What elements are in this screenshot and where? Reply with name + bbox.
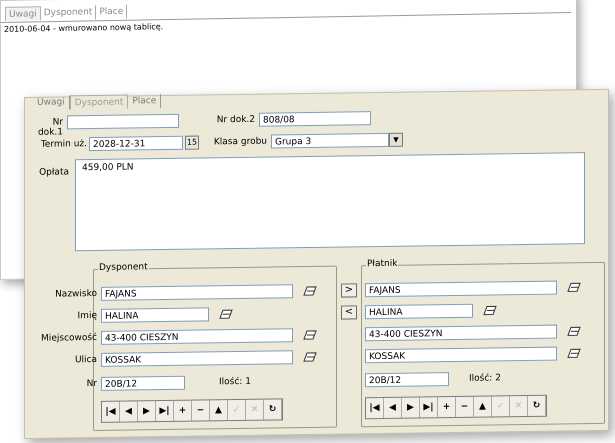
dysponent-ilosc: Ilość: 1 — [219, 376, 251, 388]
first-record-button[interactable]: |◀ — [102, 401, 120, 422]
oplata-value: 459,00 PLN — [82, 162, 134, 174]
edit-record-button[interactable]: ▲ — [210, 400, 228, 421]
post-record-button[interactable]: ✓ — [492, 396, 510, 417]
prev-record-button[interactable]: ◀ — [120, 401, 138, 422]
miejscowosc-label: Miejscowość — [41, 332, 97, 344]
eraser-icon[interactable] — [303, 330, 317, 340]
termin-date-input[interactable]: 2028-12-31 — [89, 135, 183, 152]
nr-dok2-input[interactable]: 808/08 — [259, 111, 371, 127]
chevron-down-icon[interactable]: ▼ — [389, 132, 403, 147]
dysponent-imie-input[interactable]: HALINA — [101, 307, 209, 323]
nr-dok1-input[interactable] — [67, 113, 179, 130]
last-record-button[interactable]: ▶| — [156, 400, 174, 422]
next-record-button[interactable]: ▶ — [138, 401, 156, 422]
cancel-record-button[interactable]: ✕ — [246, 399, 264, 420]
dysponent-title: Dysponent — [98, 262, 149, 273]
platnik-ilosc: Ilość: 2 — [469, 373, 501, 384]
post-record-button[interactable]: ✓ — [228, 399, 246, 421]
platnik-nazwisko-input[interactable]: FAJANS — [365, 280, 557, 298]
edit-record-button[interactable]: ▲ — [474, 396, 492, 417]
tab-dysponent[interactable]: Dysponent — [69, 94, 129, 110]
tab-uwagi[interactable]: Uwagi — [33, 95, 70, 110]
platnik-miejscowosc-input[interactable]: 43-400 CIESZYN — [365, 324, 557, 342]
dysponent-nr-input[interactable]: 20B/12 — [101, 375, 185, 391]
back-tab-dysponent[interactable]: Dysponent — [40, 5, 97, 21]
termin-label: Termin uż. — [40, 139, 87, 150]
refresh-button[interactable]: ↻ — [528, 395, 546, 416]
dysponent-ulica-input[interactable]: KOSSAK — [101, 350, 293, 367]
first-record-button[interactable]: |◀ — [366, 397, 384, 419]
next-record-button[interactable]: ▶ — [402, 397, 420, 418]
insert-record-button[interactable]: + — [438, 396, 456, 418]
oplata-memo[interactable]: 459,00 PLN — [75, 152, 585, 252]
eraser-icon[interactable] — [567, 282, 581, 292]
tab-place[interactable]: Place — [128, 94, 162, 109]
nr-dok1-label: Nr dok.1 — [37, 117, 63, 138]
eraser-icon[interactable] — [567, 326, 581, 336]
refresh-button[interactable]: ↻ — [264, 399, 282, 420]
imie-label: Imię — [77, 310, 97, 322]
calendar-icon[interactable]: 15 — [185, 135, 199, 150]
ulica-label: Ulica — [74, 354, 97, 366]
dysponent-navigator: |◀ ◀ ▶ ▶| + − ▲ ✓ ✕ ↻ — [101, 398, 283, 423]
platnik-title: Płatnik — [366, 258, 399, 270]
klasa-select[interactable]: Grupa 3 — [271, 132, 389, 149]
dysponent-miejscowosc-input[interactable]: 43-400 CIESZYN — [101, 328, 293, 345]
delete-record-button[interactable]: − — [456, 396, 474, 417]
delete-record-button[interactable]: − — [192, 400, 210, 421]
platnik-imie-input[interactable]: HALINA — [365, 303, 473, 320]
insert-record-button[interactable]: + — [174, 400, 192, 421]
eraser-icon[interactable] — [567, 348, 581, 358]
front-window: Uwagi Dysponent Place Nr dok.1 Nr dok.2 … — [24, 88, 609, 439]
back-tab-place[interactable]: Place — [96, 4, 128, 20]
nr-dok2-label: Nr dok.2 — [216, 114, 255, 126]
copy-to-dysponent-button[interactable]: < — [341, 305, 357, 320]
cancel-record-button[interactable]: ✕ — [510, 395, 528, 417]
platnik-nr-input[interactable]: 20B/12 — [365, 372, 449, 388]
nazwisko-label: Nazwisko — [55, 288, 97, 300]
copy-to-platnik-button[interactable]: > — [341, 283, 357, 298]
klasa-label: Klasa grobu — [213, 136, 267, 148]
back-tab-uwagi[interactable]: Uwagi — [5, 6, 41, 21]
eraser-icon[interactable] — [303, 286, 317, 296]
eraser-icon[interactable] — [219, 309, 233, 319]
eraser-icon[interactable] — [303, 352, 317, 362]
dysponent-nazwisko-input[interactable]: FAJANS — [101, 284, 293, 301]
prev-record-button[interactable]: ◀ — [384, 397, 402, 418]
back-tab-strip: Uwagi Dysponent Place — [5, 4, 128, 21]
front-tab-strip: Uwagi Dysponent Place — [33, 94, 162, 110]
eraser-icon[interactable] — [483, 305, 497, 316]
last-record-button[interactable]: ▶| — [420, 397, 438, 418]
platnik-ulica-input[interactable]: KOSSAK — [365, 346, 557, 364]
oplata-label: Opłata — [39, 167, 69, 178]
nr-label: Nr — [86, 378, 97, 390]
platnik-navigator: |◀ ◀ ▶ ▶| + − ▲ ✓ ✕ ↻ — [365, 394, 547, 420]
